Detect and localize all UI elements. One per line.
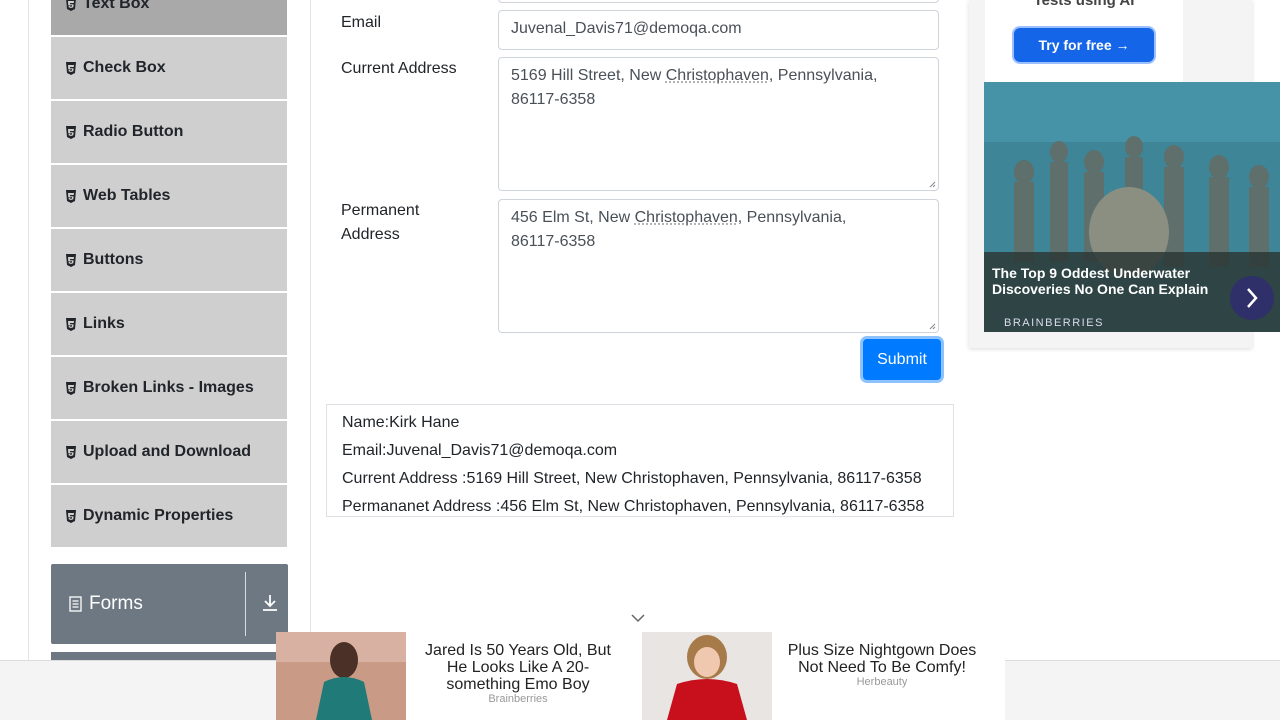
current-address-label: Current Address — [341, 60, 457, 77]
sidebar-item-upload-download[interactable]: Upload and Download — [51, 420, 287, 483]
sidebar-item-radio-button[interactable]: Radio Button — [51, 100, 287, 163]
resize-handle-icon[interactable] — [929, 181, 936, 188]
permanent-address-field[interactable]: 456 Elm St, New Christophaven, Pennsylva… — [498, 199, 939, 333]
promo-title: Plus Size Nightgown Does Not Need To Be … — [787, 642, 977, 676]
sidebar: Text Box Check Box Radio Button Web Tabl… — [28, 0, 311, 720]
ad-caption: The Top 9 Oddest Underwater Discoveries … — [992, 265, 1209, 297]
sidebar-item-label: Links — [83, 315, 125, 332]
permanent-address-text: 86117-6358 — [511, 233, 596, 250]
output-email: Email:Juvenal_Davis71@demoqa.com — [342, 442, 618, 459]
sidebar-item-label: Buttons — [83, 251, 144, 268]
sidebar-item-check-box[interactable]: Check Box — [51, 36, 287, 99]
email-label: Email — [341, 14, 382, 31]
ad-image[interactable]: The Top 9 Oddest Underwater Discoveries … — [984, 82, 1280, 332]
name-field[interactable] — [498, 0, 939, 3]
ad-tagline: Tests using AI — [1033, 0, 1135, 9]
current-address-text: 86117-6358 — [511, 91, 596, 108]
group-header-forms[interactable]: Forms — [51, 564, 288, 644]
permanent-address-text: Christophaven — [634, 209, 738, 226]
permanent-address-text: 456 Elm St, New — [511, 209, 635, 226]
sidebar-item-label: Radio Button — [83, 123, 184, 140]
sidebar-item-label: Web Tables — [83, 187, 171, 204]
sidebar-item-label: Text Box — [83, 0, 150, 12]
page: Text Box Check Box Radio Button Web Tabl… — [0, 0, 1280, 720]
output-permanent-address: Permananet Address :456 Elm St, New Chri… — [342, 498, 925, 515]
sidebar-item-label: Upload and Download — [83, 443, 251, 460]
html-icon — [65, 317, 77, 331]
chevron-right-icon — [1247, 288, 1258, 308]
form-icon — [69, 596, 82, 612]
output-name: Name:Kirk Hane — [342, 414, 460, 431]
permanent-address-label: Permanent Address — [341, 199, 419, 247]
permanent-address-label-line: Permanent — [341, 202, 420, 219]
sidebar-item-label: Dynamic Properties — [83, 507, 234, 524]
sidebar-item-buttons[interactable]: Buttons — [51, 228, 287, 291]
promo-thumbnail — [276, 632, 406, 720]
ad-brand: BRAINBERRIES — [1004, 317, 1104, 329]
current-address-field[interactable]: 5169 Hill Street, New Christophaven, Pen… — [498, 57, 939, 191]
chevron-down-icon[interactable] — [630, 612, 646, 624]
output-panel: Name:Kirk Hane Email:Juvenal_Davis71@dem… — [326, 404, 954, 517]
group-header-label: Forms — [89, 593, 143, 614]
email-value: Juvenal_Davis71@demoqa.com — [511, 20, 742, 37]
current-address-text: Christophaven — [665, 67, 769, 84]
resize-handle-icon[interactable] — [929, 323, 936, 330]
promo-card[interactable]: Jared Is 50 Years Old, But He Looks Like… — [276, 632, 636, 720]
download-arrow-icon[interactable] — [262, 594, 278, 612]
html-icon — [65, 381, 77, 395]
sidebar-item-dynamic-properties[interactable]: Dynamic Properties — [51, 484, 287, 547]
try-for-free-button[interactable]: Try for free → — [1012, 26, 1156, 64]
html-icon — [65, 0, 77, 11]
permanent-address-label-line: Address — [341, 226, 400, 243]
current-address-text: 5169 Hill Street, New — [511, 67, 666, 84]
html-icon — [65, 253, 77, 267]
sidebar-item-broken-links[interactable]: Broken Links - Images — [51, 356, 287, 419]
html-icon — [65, 445, 77, 459]
html-icon — [65, 125, 77, 139]
html-icon — [65, 189, 77, 203]
promo-title: Jared Is 50 Years Old, But He Looks Like… — [425, 642, 611, 693]
email-field[interactable]: Juvenal_Davis71@demoqa.com — [498, 10, 939, 50]
promo-card[interactable]: Plus Size Nightgown Does Not Need To Be … — [642, 632, 1005, 720]
current-address-text: , Pennsylvania, — [768, 67, 878, 84]
sidebar-item-text-box[interactable]: Text Box — [51, 0, 287, 35]
sidebar-item-label: Check Box — [83, 59, 166, 76]
html-icon — [65, 509, 77, 523]
output-current-address: Current Address :5169 Hill Street, New C… — [342, 470, 922, 487]
html-icon — [65, 61, 77, 75]
bottom-ad: Jared Is 50 Years Old, But He Looks Like… — [276, 632, 1005, 720]
promo-source: Brainberries — [488, 693, 548, 705]
sidebar-item-web-tables[interactable]: Web Tables — [51, 164, 287, 227]
sidebar-item-links[interactable]: Links — [51, 292, 287, 355]
promo-source: Herbeauty — [856, 676, 908, 688]
sidebar-item-label: Broken Links - Images — [83, 379, 254, 396]
ad-next-button[interactable] — [1230, 276, 1274, 320]
promo-thumbnail — [642, 632, 772, 720]
group-divider — [245, 572, 246, 636]
submit-button[interactable]: Submit — [863, 339, 941, 380]
permanent-address-text: , Pennsylvania, — [737, 209, 847, 226]
